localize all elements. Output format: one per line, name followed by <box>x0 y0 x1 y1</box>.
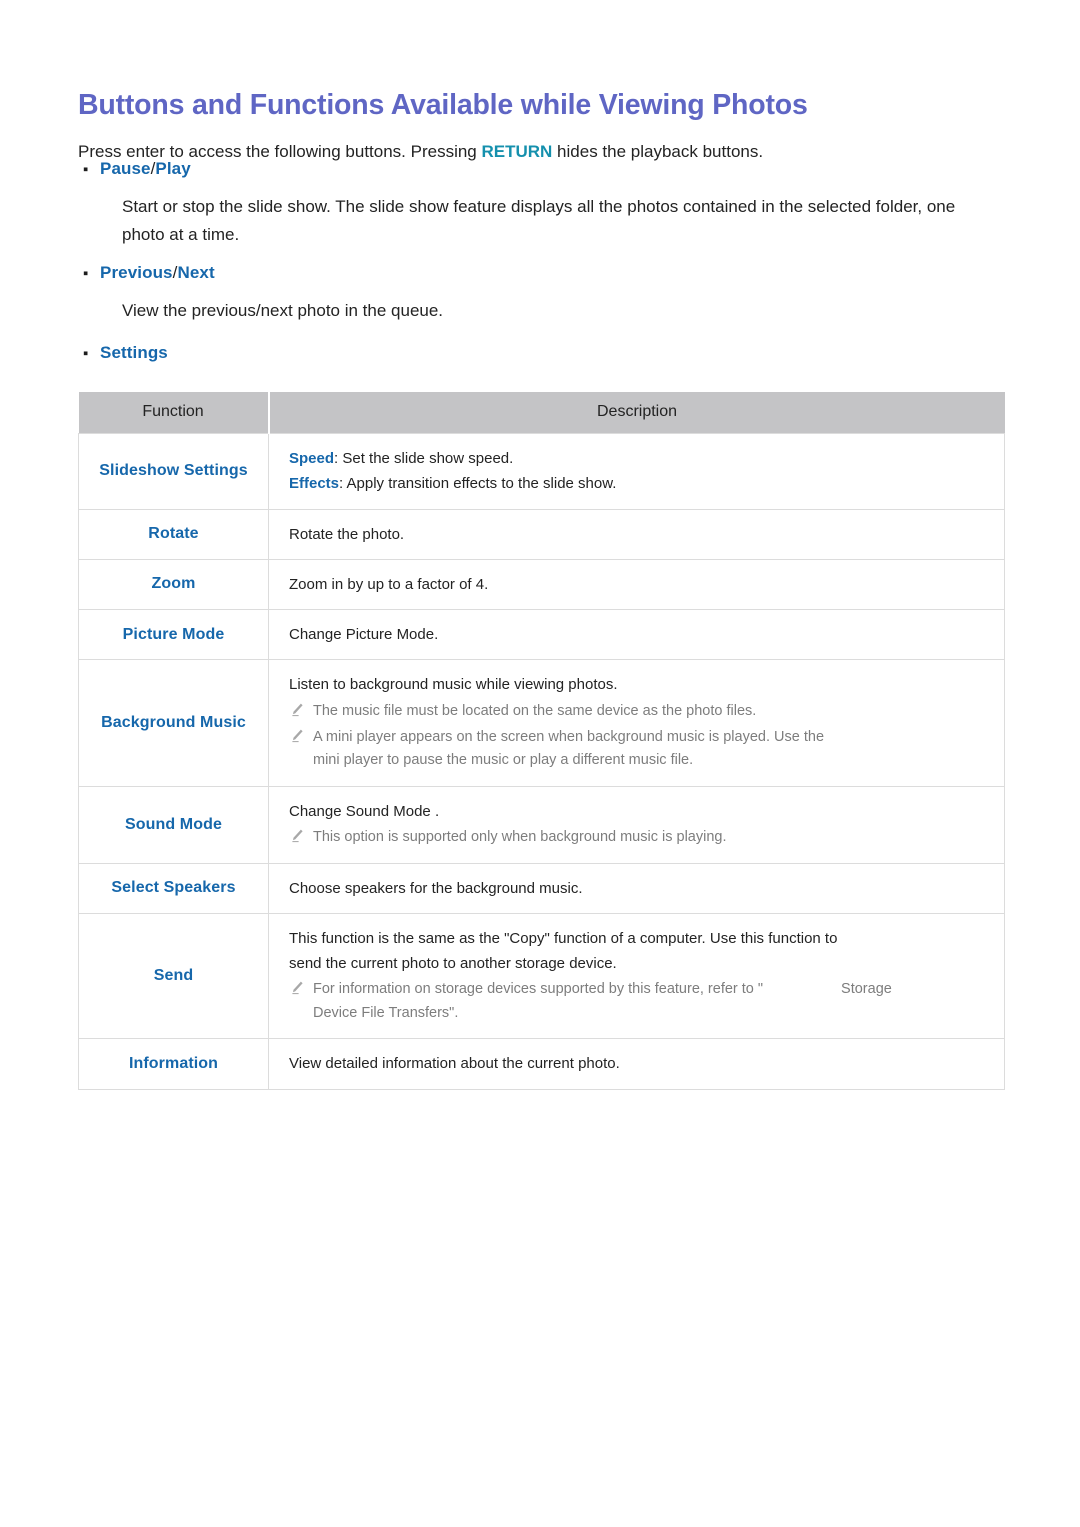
description-text: : Set the slide show speed. <box>334 450 514 467</box>
table-row: Zoom Zoom in by up to a factor of 4. <box>78 558 1005 611</box>
note-text-main: For information on storage devices suppo… <box>313 981 764 998</box>
note-text: The music file must be located on the sa… <box>313 702 757 719</box>
description-sound-mode: Change Sound Mode . This option is suppo… <box>268 785 1005 864</box>
pencil-icon <box>289 978 313 996</box>
bullet-label-next[interactable]: Next <box>177 263 214 283</box>
document-page: Buttons and Functions Available while Vi… <box>0 0 1080 1527</box>
bullet-heading-previous-next: Previous / Next <box>78 263 978 283</box>
description-line: Rotate the photo. <box>289 525 405 543</box>
bullet-block-pause-play: Pause / Play Start or stop the slide sho… <box>78 159 978 248</box>
function-name-zoom[interactable]: Zoom <box>78 558 269 611</box>
note-line: For information on storage devices suppo… <box>289 978 986 1001</box>
table-header-row: Function Description <box>78 392 1005 434</box>
pencil-icon <box>289 700 313 718</box>
description-zoom: Zoom in by up to a factor of 4. <box>268 558 1005 611</box>
table-head: Function Description <box>78 392 1005 434</box>
table-row: Sound Mode Change Sound Mode . This opti… <box>78 785 1005 864</box>
description-send: This function is the same as the "Copy" … <box>268 912 1005 1040</box>
bullet-square-icon <box>78 346 100 361</box>
note-text: For information on storage devices suppo… <box>313 978 986 1001</box>
bullet-heading-settings: Settings <box>78 343 978 363</box>
description-slideshow-settings: Speed: Set the slide show speed. Effects… <box>268 433 1005 510</box>
column-header-description: Description <box>268 392 1005 434</box>
table-row: Select Speakers Choose speakers for the … <box>78 862 1005 914</box>
description-picture-mode: Change Picture Mode. <box>268 608 1005 661</box>
note-text-trailing: Storage <box>841 981 892 998</box>
description-select-speakers: Choose speakers for the background music… <box>268 862 1005 914</box>
table-body: Slideshow Settings Speed: Set the slide … <box>78 433 1005 1090</box>
bullet-label-previous[interactable]: Previous <box>100 263 173 283</box>
description-line: Listen to background music while viewing… <box>289 676 618 694</box>
note-line: The music file must be located on the sa… <box>289 700 986 723</box>
table-row: Picture Mode Change Picture Mode. <box>78 608 1005 661</box>
bullet-label-play[interactable]: Play <box>155 159 190 179</box>
note-line: A mini player appears on the screen when… <box>289 726 986 749</box>
description-line: Choose speakers for the background music… <box>289 879 583 897</box>
bullet-block-previous-next: Previous / Next View the previous/next p… <box>78 263 978 325</box>
note-continuation: Device File Transfers". <box>313 1004 459 1021</box>
bullet-square-icon <box>78 162 100 177</box>
bullet-block-settings: Settings <box>78 343 978 363</box>
bullet-body-pause-play: Start or stop the slide show. The slide … <box>122 197 956 244</box>
description-line: View detailed information about the curr… <box>289 1055 620 1073</box>
note-text: A mini player appears on the screen when… <box>313 728 825 745</box>
bullet-heading-pause-play: Pause / Play <box>78 159 978 179</box>
function-name-information[interactable]: Information <box>78 1038 269 1090</box>
column-header-function: Function <box>78 392 270 434</box>
bullet-square-icon <box>78 266 100 281</box>
keyword-effects[interactable]: Effects <box>289 475 339 492</box>
note-line: This option is supported only when backg… <box>289 826 986 849</box>
description-line: Zoom in by up to a factor of 4. <box>289 575 489 593</box>
function-name-picture-mode[interactable]: Picture Mode <box>78 608 269 661</box>
table-row: Send This function is the same as the "C… <box>78 912 1005 1040</box>
function-name-rotate[interactable]: Rotate <box>78 508 269 560</box>
description-line: send the current photo to another storag… <box>289 955 617 973</box>
description-line: Change Picture Mode. <box>289 626 439 643</box>
bullet-label-settings[interactable]: Settings <box>100 343 168 363</box>
bullet-body-previous-next: View the previous/next photo in the queu… <box>122 301 444 320</box>
description-line: This function is the same as the "Copy" … <box>289 929 838 947</box>
description-line: Effects: Apply transition effects to the… <box>289 472 986 495</box>
description-text: : Apply transition effects to the slide … <box>339 475 617 493</box>
table-row: Slideshow Settings Speed: Set the slide … <box>78 433 1005 510</box>
pencil-icon <box>289 826 313 844</box>
description-line: Speed: Set the slide show speed. <box>289 447 986 470</box>
description-line: Change Sound Mode . <box>289 802 440 820</box>
function-name-select-speakers[interactable]: Select Speakers <box>78 862 269 914</box>
function-name-send[interactable]: Send <box>78 912 269 1040</box>
note-text: This option is supported only when backg… <box>313 829 727 846</box>
table-row: Rotate Rotate the photo. <box>78 508 1005 560</box>
page-title: Buttons and Functions Available while Vi… <box>78 89 808 122</box>
pencil-icon <box>289 726 313 744</box>
function-name-slideshow-settings[interactable]: Slideshow Settings <box>78 433 269 510</box>
table-row: Background Music Listen to background mu… <box>78 659 1005 787</box>
description-rotate: Rotate the photo. <box>268 508 1005 560</box>
function-name-sound-mode[interactable]: Sound Mode <box>78 785 269 864</box>
description-background-music: Listen to background music while viewing… <box>268 659 1005 787</box>
note-continuation: mini player to pause the music or play a… <box>313 752 694 769</box>
bullet-label-pause[interactable]: Pause <box>100 159 151 179</box>
function-description-table: Function Description Slideshow Settings … <box>78 392 1005 1090</box>
keyword-speed[interactable]: Speed <box>289 450 334 467</box>
table-row: Information View detailed information ab… <box>78 1038 1005 1090</box>
function-name-background-music[interactable]: Background Music <box>78 659 269 787</box>
description-information: View detailed information about the curr… <box>268 1038 1005 1090</box>
